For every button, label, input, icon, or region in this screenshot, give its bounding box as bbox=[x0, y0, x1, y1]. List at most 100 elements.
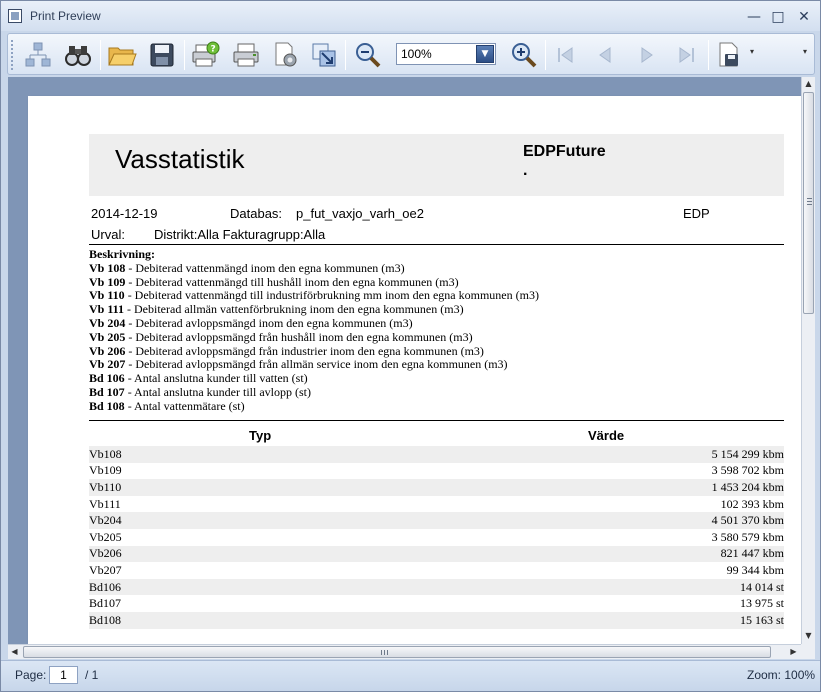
export-document-button[interactable] bbox=[714, 39, 746, 71]
open-folder-icon bbox=[108, 47, 137, 66]
row-typ: Vb109 bbox=[89, 463, 122, 478]
table-row: Vb109 3 598 702 kbm bbox=[89, 463, 784, 480]
horizontal-scrollbar[interactable]: ◀ ▶ bbox=[8, 644, 801, 659]
description-code: Bd 106 bbox=[89, 371, 125, 386]
preview-area[interactable]: Vasstatistik EDPFuture . 2014-12-19 Data… bbox=[8, 77, 815, 659]
table-row: Vb206 821 447 kbm bbox=[89, 545, 784, 563]
zoom-out-button[interactable] bbox=[352, 39, 384, 71]
first-page-icon bbox=[558, 47, 573, 63]
divider bbox=[89, 420, 784, 421]
description-item: Bd 106 - Antal anslutna kunder till vatt… bbox=[89, 371, 539, 386]
zoom-in-icon bbox=[512, 43, 537, 68]
description-item: Vb 108 - Debiterad vattenmängd inom den … bbox=[89, 260, 539, 276]
row-varde: 102 393 kbm bbox=[720, 496, 784, 511]
minimize-button[interactable]: — bbox=[745, 8, 763, 26]
row-typ: Bd107 bbox=[89, 596, 122, 611]
row-typ: Vb206 bbox=[89, 546, 122, 561]
column-header-typ: Typ bbox=[249, 428, 272, 443]
vertical-scroll-thumb[interactable] bbox=[803, 92, 814, 314]
vertical-scrollbar[interactable]: ▲ ▼ bbox=[801, 77, 815, 644]
toolbar-separator bbox=[184, 40, 185, 70]
previous-page-button[interactable] bbox=[590, 39, 622, 71]
print-icon bbox=[233, 43, 259, 67]
toolbar-separator bbox=[708, 40, 709, 70]
description-code: Vb 109 bbox=[89, 274, 126, 289]
statistics-table: Vb108 5 154 299 kbm Vb109 3 598 702 kbm Vb11… bbox=[89, 446, 784, 629]
description-text: - Debiterad vattenmängd inom den egna ko… bbox=[125, 260, 405, 275]
toolbar: ? 100% ▼ ▾ ▾ bbox=[7, 33, 815, 75]
row-typ: Vb111 bbox=[89, 496, 121, 511]
row-varde: 14 014 st bbox=[739, 579, 784, 594]
table-row: Vb205 3 580 579 kbm bbox=[89, 529, 784, 546]
document-map-button[interactable] bbox=[22, 39, 54, 71]
export-button[interactable] bbox=[308, 39, 340, 71]
export-dropdown-arrow[interactable]: ▾ bbox=[750, 47, 754, 56]
description-text: - Antal vattenmätare (st) bbox=[124, 398, 245, 413]
toolbar-overflow-button[interactable]: ▾ bbox=[803, 47, 807, 56]
description-item: Vb 109 - Debiterad vattenmängd till hush… bbox=[89, 274, 539, 290]
toolbar-separator bbox=[545, 40, 546, 70]
page-setup-button[interactable] bbox=[270, 39, 302, 71]
zoom-status: Zoom: 100% bbox=[747, 668, 816, 682]
maximize-button[interactable]: □ bbox=[769, 8, 787, 26]
table-row: Bd106 14 014 st bbox=[89, 578, 784, 596]
print-dialog-button[interactable]: ? bbox=[190, 39, 222, 71]
description-code: Vb 205 bbox=[89, 329, 126, 344]
save-button[interactable] bbox=[146, 39, 178, 71]
description-item: Vb 207 - Debiterad avloppsmängd från all… bbox=[89, 357, 539, 372]
row-varde: 15 163 st bbox=[739, 612, 784, 627]
zoom-select[interactable]: 100% ▼ bbox=[396, 43, 496, 65]
divider bbox=[89, 244, 784, 245]
last-page-button[interactable] bbox=[670, 39, 702, 71]
company-name-text: EDPFuture bbox=[523, 143, 606, 160]
row-varde: 821 447 kbm bbox=[720, 546, 784, 561]
search-button[interactable] bbox=[62, 39, 94, 71]
description-item: Vb 204 - Debiterad avloppsmängd inom den… bbox=[89, 315, 539, 331]
scroll-up-icon[interactable]: ▲ bbox=[802, 77, 815, 91]
edp-label: EDP bbox=[683, 206, 710, 221]
horizontal-scroll-thumb[interactable] bbox=[23, 646, 771, 658]
print-dialog-icon: ? bbox=[192, 41, 220, 67]
toolbar-separator bbox=[345, 40, 346, 70]
page-total: / 1 bbox=[85, 668, 99, 682]
next-page-button[interactable] bbox=[630, 39, 662, 71]
scroll-right-icon[interactable]: ▶ bbox=[787, 645, 800, 659]
chevron-down-icon[interactable]: ▼ bbox=[476, 45, 494, 63]
row-typ: Vb110 bbox=[89, 479, 122, 494]
print-button[interactable] bbox=[230, 39, 262, 71]
description-item: Bd 107 - Antal anslutna kunder till avlo… bbox=[89, 384, 539, 400]
description-code: Bd 107 bbox=[89, 384, 125, 399]
close-button[interactable]: ✕ bbox=[795, 8, 813, 26]
row-varde: 13 975 st bbox=[739, 596, 784, 611]
zoom-out-icon bbox=[356, 43, 381, 68]
binoculars-icon bbox=[65, 46, 91, 66]
table-row: Vb204 4 501 370 kbm bbox=[89, 512, 784, 529]
row-varde: 3 598 702 kbm bbox=[711, 463, 784, 478]
scroll-down-icon[interactable]: ▼ bbox=[802, 629, 815, 643]
toolbar-grip[interactable] bbox=[11, 40, 15, 70]
table-row: Vb111 102 393 kbm bbox=[89, 496, 784, 513]
company-name-dot: . bbox=[523, 162, 528, 179]
description-text: - Debiterad avloppsmängd från industrier… bbox=[125, 343, 484, 358]
row-varde: 3 580 579 kbm bbox=[711, 529, 784, 544]
page-number-input[interactable]: 1 bbox=[49, 666, 78, 684]
report-header: Vasstatistik EDPFuture . bbox=[89, 134, 784, 196]
description-code: Vb 206 bbox=[89, 343, 126, 358]
description-code: Vb 108 bbox=[89, 260, 126, 275]
scroll-left-icon[interactable]: ◀ bbox=[8, 645, 21, 659]
description-code: Vb 204 bbox=[89, 315, 126, 330]
app-icon bbox=[8, 9, 22, 23]
description-text: - Antal anslutna kunder till avlopp (st) bbox=[124, 384, 311, 399]
zoom-select-value: 100% bbox=[401, 47, 432, 61]
table-row: Bd108 15 163 st bbox=[89, 611, 784, 629]
window-title: Print Preview bbox=[30, 9, 101, 23]
zoom-in-button[interactable] bbox=[508, 39, 540, 71]
description-item: Vb 206 - Debiterad avloppsmängd från ind… bbox=[89, 343, 539, 359]
open-button[interactable] bbox=[106, 39, 138, 71]
urval-value: Distrikt:Alla Fakturagrupp:Alla bbox=[154, 227, 326, 242]
table-row: Vb110 1 453 204 kbm bbox=[89, 479, 784, 496]
first-page-button[interactable] bbox=[550, 39, 582, 71]
export-icon bbox=[312, 43, 336, 67]
company-name: EDPFuture . bbox=[523, 142, 633, 180]
report-page: Vasstatistik EDPFuture . 2014-12-19 Data… bbox=[28, 96, 803, 659]
